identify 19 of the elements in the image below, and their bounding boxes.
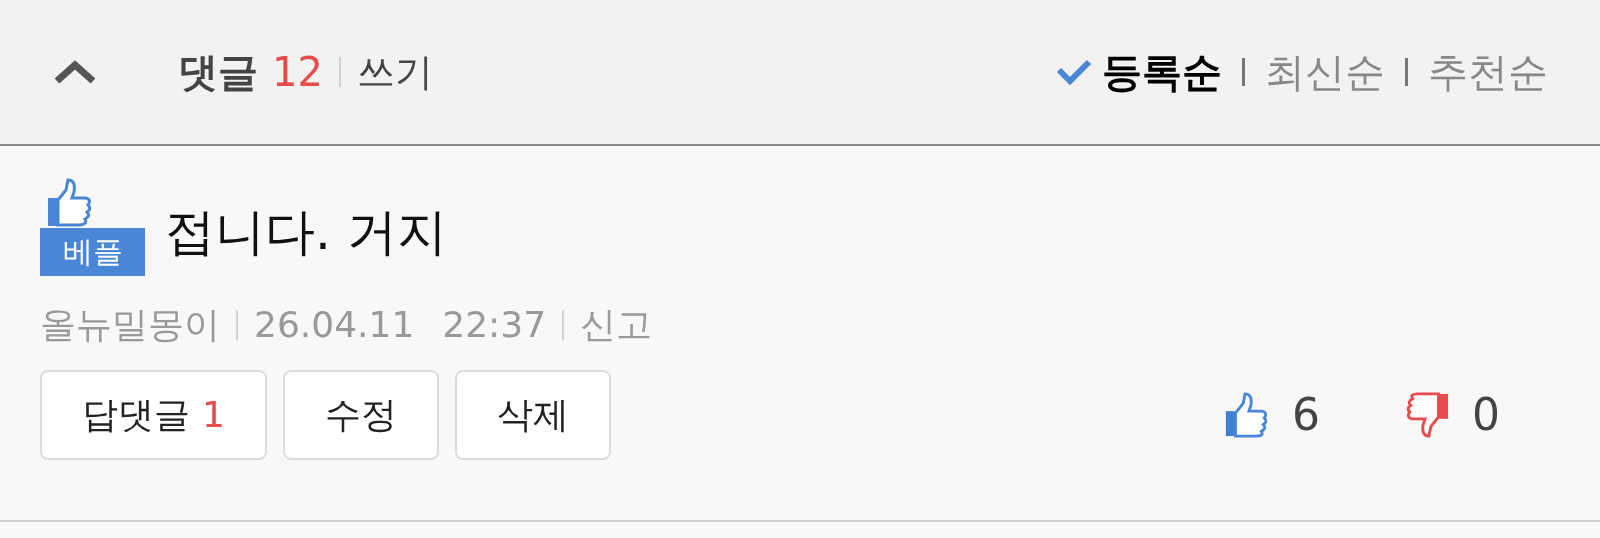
sort-option[interactable]: 등록순 — [1102, 42, 1222, 102]
like-button[interactable]: 6 — [1224, 382, 1320, 448]
collapse-icon[interactable] — [52, 58, 98, 86]
thumbs-up-icon — [1224, 392, 1270, 438]
comment-action-button[interactable]: 수정 — [282, 370, 439, 460]
comment-date: 26.04.11 — [254, 303, 415, 347]
best-badge: 베플 — [40, 178, 145, 276]
comments-heading: 댓글 — [178, 48, 258, 97]
thumbs-down-icon — [1404, 392, 1450, 438]
comment-author: 올뉴밀몽이 — [40, 303, 220, 347]
thumbs-up-icon — [46, 178, 94, 228]
comment-count: 12 — [272, 48, 323, 97]
comment-action-button[interactable]: 삭제 — [454, 370, 611, 460]
comment-action-button[interactable]: 답댓글 1 — [40, 370, 267, 460]
comment-time: 22:37 — [442, 303, 547, 347]
check-icon — [1056, 58, 1092, 86]
comment-text: 접니다. 거지 — [165, 202, 447, 262]
write-link[interactable]: 쓰기 — [356, 43, 433, 101]
dislike-button[interactable]: 0 — [1404, 382, 1500, 448]
